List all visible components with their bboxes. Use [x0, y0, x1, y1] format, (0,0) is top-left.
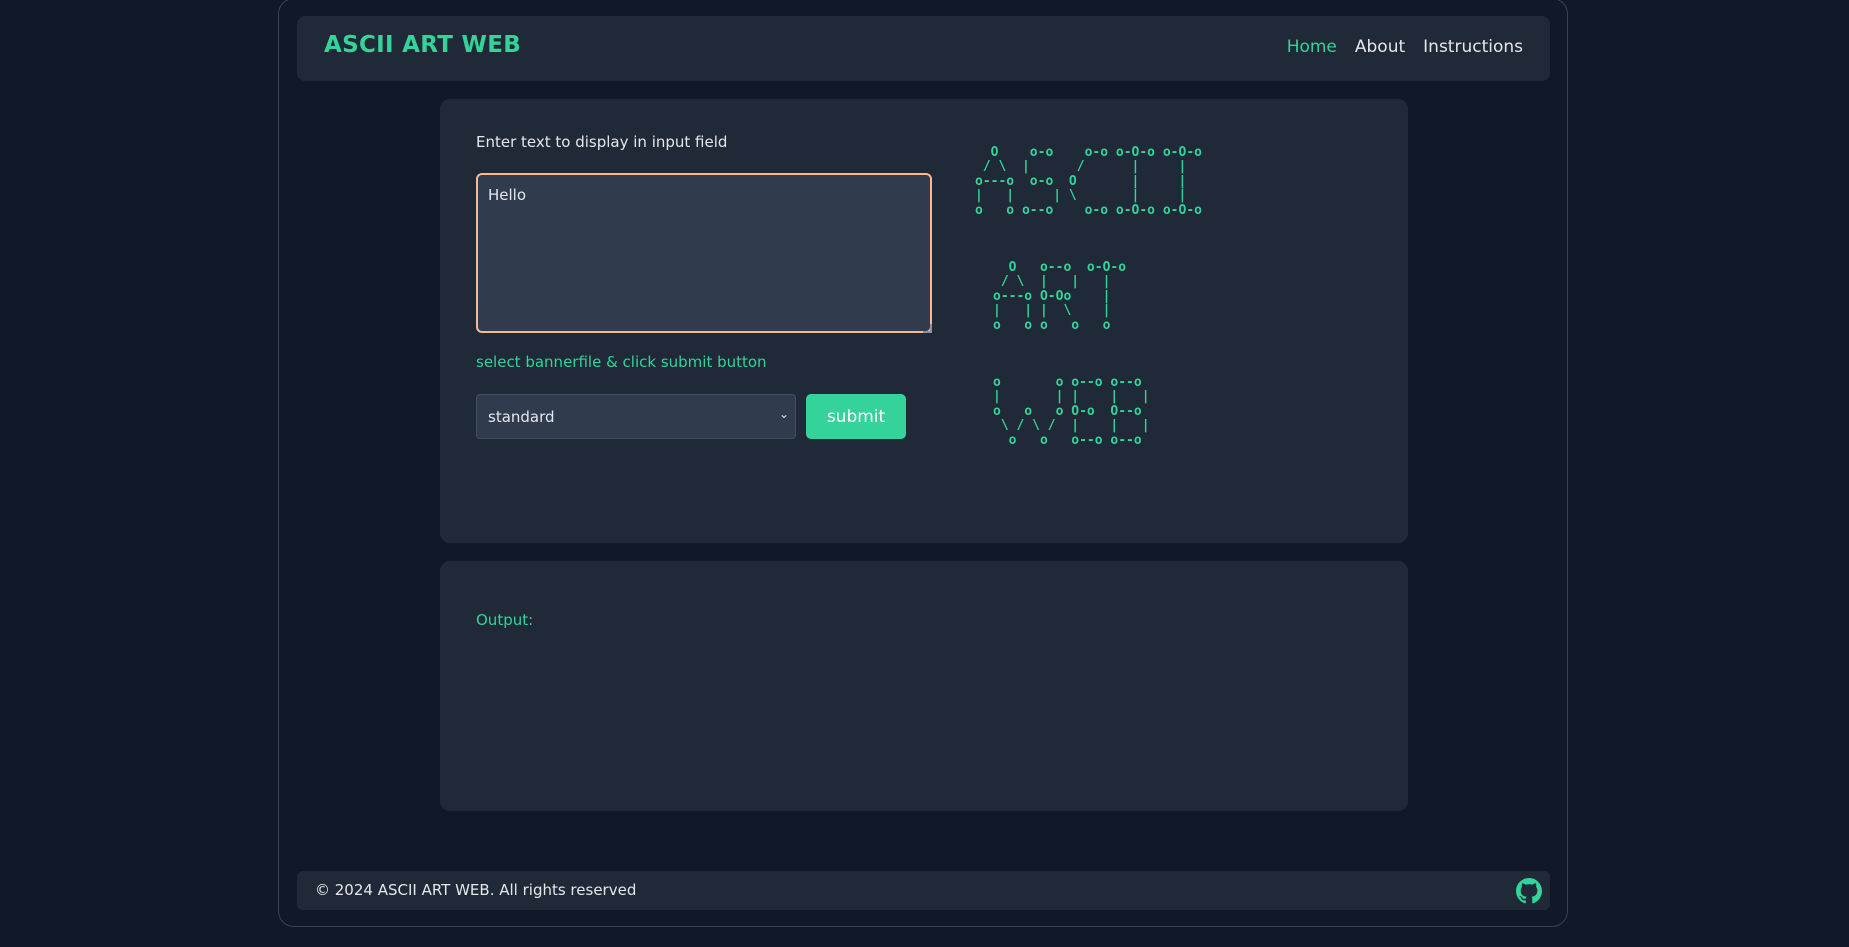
- nav-about-link[interactable]: About: [1355, 37, 1405, 57]
- banner-select-value: standard: [488, 408, 555, 426]
- github-icon[interactable]: [1516, 878, 1542, 904]
- resize-grip-icon[interactable]: [923, 324, 932, 333]
- footer: © 2024 ASCII ART WEB. All rights reserve…: [297, 871, 1550, 910]
- nav-links: Home About Instructions: [1287, 37, 1523, 57]
- brand-logo[interactable]: ASCII ART WEB: [324, 32, 521, 58]
- output-label: Output:: [476, 611, 534, 629]
- chevron-down-icon: ⌄: [778, 407, 789, 421]
- ascii-art-ascii: O o-o o-o o-O-o o-O-o / \ | / | | o---o …: [975, 145, 1202, 218]
- nav-instructions-link[interactable]: Instructions: [1423, 37, 1523, 57]
- prompt-label: Enter text to display in input field: [476, 133, 728, 151]
- input-card: Enter text to display in input field Hel…: [440, 99, 1408, 543]
- submit-button[interactable]: submit: [806, 394, 906, 439]
- ascii-art-web: o o o--o o--o | | | | | o o o O-o O--o \…: [993, 375, 1150, 448]
- copyright-text: © 2024 ASCII ART WEB. All rights reserve…: [315, 881, 637, 899]
- banner-select[interactable]: standard ⌄: [476, 394, 796, 439]
- banner-hint: select bannerfile & click submit button: [476, 353, 767, 371]
- nav-home-link[interactable]: Home: [1287, 37, 1337, 57]
- navbar: ASCII ART WEB Home About Instructions: [297, 16, 1550, 81]
- ascii-art-art: O o--o o-O-o / \ | | | o---o O-Oo | | | …: [993, 260, 1127, 333]
- output-card: Output:: [440, 561, 1408, 811]
- output-area: [476, 641, 1372, 781]
- text-input[interactable]: Hello: [476, 173, 932, 333]
